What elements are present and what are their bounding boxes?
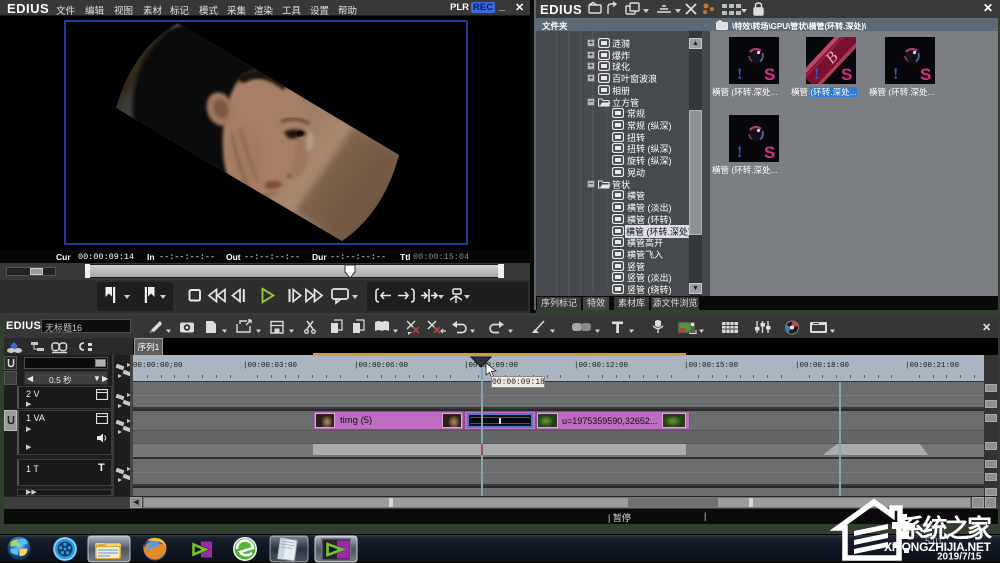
svg-text:!: ! xyxy=(814,66,819,83)
svg-text:✕: ✕ xyxy=(982,322,991,334)
svg-text:S: S xyxy=(841,65,852,84)
svg-text:!: ! xyxy=(737,144,742,161)
svg-text:S: S xyxy=(764,65,775,84)
svg-text:系统之家: 系统之家 xyxy=(900,514,992,543)
svg-text:!: ! xyxy=(893,66,898,83)
svg-text:S: S xyxy=(920,65,931,84)
svg-text:S: S xyxy=(764,143,775,162)
svg-text:!: ! xyxy=(737,66,742,83)
svg-text:2019/7/15: 2019/7/15 xyxy=(937,552,982,563)
